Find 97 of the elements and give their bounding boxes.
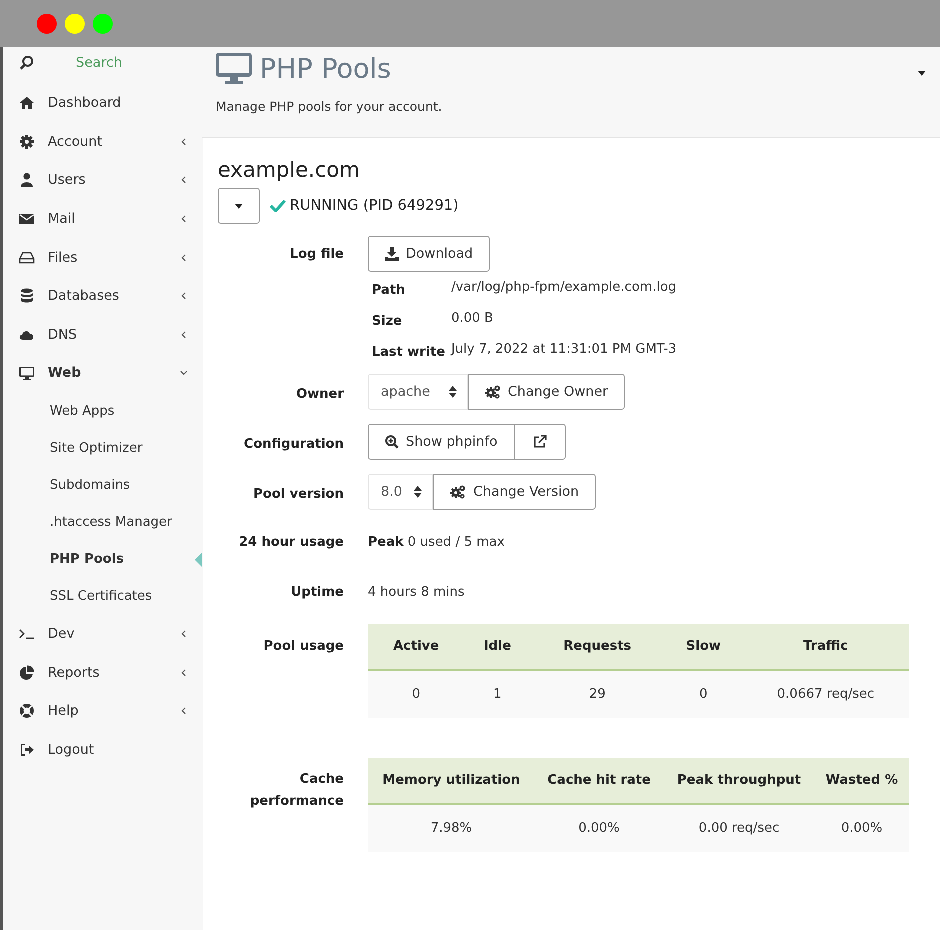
gears-icon [485,385,501,399]
nav-item[interactable]: Users [3,161,202,200]
usage-text: Peak 0 used / 5 max [368,534,506,550]
search-icon [19,55,35,71]
database-icon [19,288,35,304]
home-icon [19,95,35,112]
caret-icon[interactable] [918,70,926,76]
detail-value: /var/log/php-fpm/example.com.log [451,280,678,297]
table-cell: 0.00% [534,804,664,852]
sort-arrows-icon [449,386,457,398]
chevron-icon [180,176,188,184]
pie-chart-icon [19,664,35,681]
table-cell: 7.98% [368,804,535,852]
chevron-icon [180,138,188,146]
search-field[interactable]: Search [76,55,186,71]
nav-item[interactable]: DNS [3,316,202,354]
nav-item[interactable]: Help [3,692,202,731]
version-select[interactable]: 8.0 [368,474,434,510]
detail-value: July 7, 2022 at 11:31:01 PM GMT-3 [451,342,678,359]
detail-label: Path [372,282,406,298]
column-header: Memory utilization [368,758,535,804]
table-cell: 29 [530,670,664,718]
maximize-button[interactable] [93,14,113,34]
dropdown-button[interactable] [218,188,260,224]
hard-drive-icon [19,250,35,266]
table-cell: 0.0667 req/sec [742,670,909,718]
column-header: Traffic [742,624,909,670]
column-header: Wasted % [814,758,909,804]
external-link-icon [532,435,547,449]
column-header: Requests [530,624,664,670]
field-label: Owner [295,386,344,402]
nav-item[interactable]: Databases [3,276,202,316]
chevron-icon [180,292,188,300]
monitor-icon [216,53,252,85]
field-label: Pool version [252,486,344,502]
field-label: Configuration [243,436,344,452]
chevron-icon [180,668,188,677]
caret-icon [235,204,243,208]
table-cell: 0.00% [814,804,909,852]
detail-label: Size [372,313,404,329]
column-header: Peak throughput [664,758,815,804]
nav-item[interactable]: Web [3,354,202,393]
uptime-value: 4 hours 8 mins [368,584,466,600]
owner-select[interactable]: apache [368,374,468,410]
close-button[interactable] [37,14,57,34]
table-cell: 0.00 req/sec [664,804,815,852]
detail-value: 0.00 B [451,311,494,328]
nav-item[interactable]: Account [3,122,202,162]
nav-item[interactable]: Mail [3,200,202,238]
change-owner-button[interactable]: Change Owner [468,374,626,410]
zoom-in-icon [385,435,399,449]
chevron-icon [180,707,188,716]
nav-subitem[interactable]: .htaccess Manager [3,504,202,541]
nav-item[interactable]: Reports [3,653,202,692]
settings-icon [19,134,35,150]
chevron-icon [180,215,188,224]
pool-status: RUNNING (PID 649291) [290,198,459,214]
logout-icon [19,742,35,758]
nav-item[interactable]: Files [3,238,202,277]
field-label: Pool usage [262,638,344,654]
nav-item[interactable]: Dev [3,614,202,654]
page-subtitle: Manage PHP pools for your account. [216,99,444,114]
gears-icon [450,485,466,499]
nav-subitem[interactable]: Subdomains [3,466,202,504]
nav-item[interactable]: Dashboard [3,84,202,123]
chevron-icon [180,254,188,262]
nav-subitem[interactable]: Web Apps [3,392,202,430]
minimize-button[interactable] [65,14,85,34]
column-header: Cache hit rate [534,758,664,804]
chevron-icon [180,330,188,339]
table-cell: 1 [464,670,531,718]
field-label: Cache performance [249,771,344,811]
field-label: Uptime [290,584,344,600]
show-phpinfo-button[interactable]: Show phpinfo [368,424,515,460]
pool-name: example.com [218,158,361,182]
change-version-button[interactable]: Change Version [433,474,596,510]
download-button[interactable]: Download [368,236,490,272]
column-header: Slow [664,624,743,670]
page-title: PHP Pools [260,54,392,84]
table-cell: 0 [664,670,743,718]
monitor-icon [19,365,35,382]
chevron-icon [180,630,188,638]
user-icon [19,172,35,188]
open-external-button[interactable] [514,424,566,460]
detail-label: Last write [372,344,446,360]
table-cell: 0 [368,670,465,718]
lifebuoy-icon [19,703,35,720]
column-header: Idle [464,624,531,670]
nav-subitem[interactable]: Site Optimizer [3,430,202,467]
download-icon [385,247,399,261]
nav-item[interactable]: Logout [3,730,202,770]
column-header: Active [368,624,465,670]
field-label: 24 hour usage [238,534,344,550]
nav-subitem[interactable]: SSL Certificates [3,578,202,615]
field-label: Log file [289,246,344,262]
sort-arrows-icon [414,486,422,498]
chevron-icon [180,369,188,378]
